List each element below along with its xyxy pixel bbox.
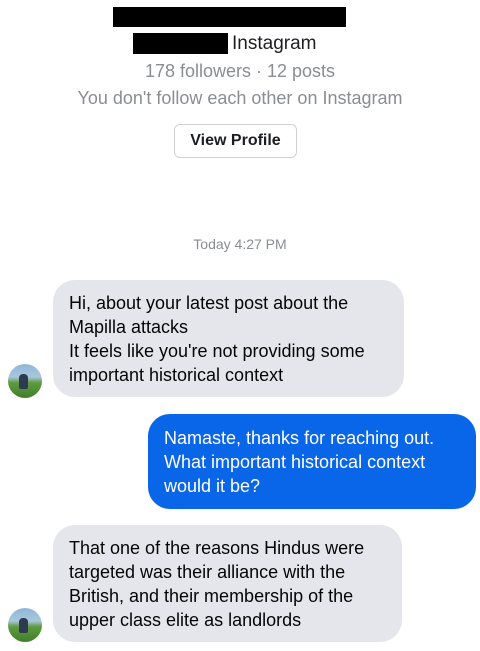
incoming-message[interactable]: Hi, about your latest post about the Map… <box>53 280 404 397</box>
message-text: Hi, about your latest post about the Map… <box>69 292 365 385</box>
view-profile-button[interactable]: View Profile <box>174 124 297 158</box>
contact-avatar[interactable] <box>8 608 42 642</box>
outgoing-message[interactable]: Namaste, thanks for reaching out. What i… <box>148 414 476 509</box>
redacted-username <box>133 33 228 54</box>
platform-label: Instagram <box>232 33 317 54</box>
redacted-name <box>113 7 346 27</box>
message-timestamp: Today 4:27 PM <box>193 236 287 252</box>
follow-status: You don't follow each other on Instagram <box>77 88 403 108</box>
incoming-message[interactable]: That one of the reasons Hindus were targ… <box>53 525 402 642</box>
message-text: That one of the reasons Hindus were targ… <box>69 537 365 630</box>
message-text: Namaste, thanks for reaching out. What i… <box>164 427 435 496</box>
contact-avatar[interactable] <box>8 364 42 398</box>
profile-stats: 178 followers · 12 posts <box>144 61 336 81</box>
